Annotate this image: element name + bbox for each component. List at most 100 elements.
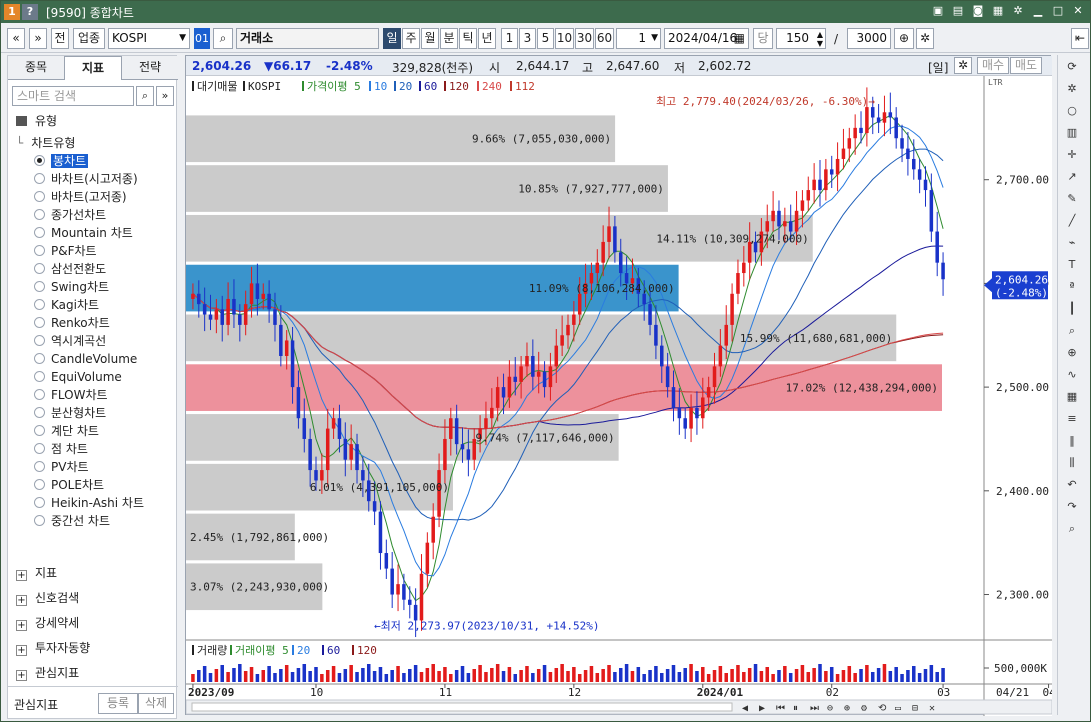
count-button[interactable]: 60 xyxy=(595,28,614,49)
zoom-in-icon[interactable]: ⊕ xyxy=(1064,345,1080,361)
expand-icon[interactable]: » xyxy=(156,86,174,106)
chart-type-item[interactable]: 중간선 차트 xyxy=(34,512,110,530)
pen-icon[interactable]: ✎ xyxy=(1064,191,1080,207)
chart-type-item[interactable]: 삼선전환도 xyxy=(34,260,106,278)
chart-type-header[interactable]: └ 차트유형 xyxy=(16,134,75,152)
register-button[interactable]: 등록 xyxy=(98,693,138,714)
candle-icon[interactable]: ┃ xyxy=(1064,301,1080,317)
exchange-field[interactable]: 거래소 xyxy=(236,28,379,49)
magnify-icon[interactable]: ⌕ xyxy=(1064,323,1080,339)
maximize-icon[interactable]: □ xyxy=(1050,3,1066,19)
max-bars-field[interactable]: 3000 xyxy=(847,28,891,49)
section-item[interactable]: + 신호검색 xyxy=(16,589,79,607)
nav-dropdown-button[interactable]: » xyxy=(29,28,47,49)
candlestick-chart[interactable]: LTR2,300.002,400.002,500.002,600.002,700… xyxy=(186,76,1052,716)
scroll-control-icon[interactable]: ◀ xyxy=(742,703,748,714)
nav-back-button[interactable]: « xyxy=(7,28,25,49)
wave-icon[interactable]: ∿ xyxy=(1064,367,1080,383)
scroll-control-icon[interactable]: ⏭ xyxy=(810,703,819,714)
bars-stepper[interactable]: 150 ▲ ▼ xyxy=(776,28,826,49)
section-item[interactable]: + 투자자동향 xyxy=(16,639,90,657)
refresh-icon[interactable]: ⟳ xyxy=(1064,59,1080,75)
chart-type-item[interactable]: EquiVolume xyxy=(34,368,122,386)
period-button[interactable]: 주 xyxy=(402,28,420,49)
screen-copy-icon[interactable]: ▣ xyxy=(930,3,946,19)
symbol-select[interactable]: KOSPI ▼ xyxy=(108,28,190,49)
scroll-control-icon[interactable]: ⚙ xyxy=(860,703,867,714)
buy-button[interactable]: 매수 xyxy=(977,57,1009,74)
count-button[interactable]: 30 xyxy=(575,28,594,49)
undo-icon[interactable]: ↶ xyxy=(1064,477,1080,493)
chart-type-item[interactable]: 계단 차트 xyxy=(34,422,99,440)
chart-type-item[interactable]: Mountain 차트 xyxy=(34,224,133,242)
collapse-panel-icon[interactable]: ⇤ xyxy=(1071,28,1089,49)
scroll-control-icon[interactable]: ⊟ xyxy=(912,703,918,714)
trend-icon[interactable]: ↗ xyxy=(1064,169,1080,185)
left-tab[interactable]: 지표 xyxy=(64,56,122,80)
columns-icon[interactable]: ⫼ xyxy=(1064,455,1080,471)
left-tab[interactable]: 전략 xyxy=(122,56,178,80)
bar-chart-icon[interactable]: ▥ xyxy=(1064,125,1080,141)
period-button[interactable]: 틱 xyxy=(459,28,477,49)
period-button[interactable]: 월 xyxy=(421,28,439,49)
date-field[interactable]: 2024/04/16 ▦ xyxy=(664,28,749,49)
window-number-badge[interactable]: 1 xyxy=(4,4,20,20)
count-button[interactable]: 10 xyxy=(555,28,574,49)
chart-type-item[interactable]: Swing차트 xyxy=(34,278,109,296)
print-icon[interactable]: ▦ xyxy=(990,3,1006,19)
type-header[interactable]: 유형 xyxy=(16,112,57,130)
left-tab[interactable]: 종목 xyxy=(8,56,64,80)
search-icon[interactable]: ⌕ xyxy=(213,28,233,49)
chart-settings-gear-icon[interactable]: ✲ xyxy=(954,57,972,74)
count-button[interactable]: 5 xyxy=(537,28,554,49)
chart-type-item[interactable]: PV차트 xyxy=(34,458,89,476)
auto-icon[interactable]: ⌁ xyxy=(1064,235,1080,251)
period-button[interactable]: 년 xyxy=(478,28,496,49)
crosshair-icon[interactable]: ✛ xyxy=(1064,147,1080,163)
scroll-control-icon[interactable]: ⊕ xyxy=(844,703,850,714)
circle-icon[interactable]: ○ xyxy=(1064,103,1080,119)
scroll-control-icon[interactable]: ⏸ xyxy=(793,703,798,714)
line-icon[interactable]: ╱ xyxy=(1064,213,1080,229)
section-item[interactable]: + 지표 xyxy=(16,564,57,582)
chart-type-item[interactable]: Heikin-Ashi 차트 xyxy=(34,494,144,512)
delete-button[interactable]: 삭제 xyxy=(138,693,174,714)
grid-icon[interactable]: ▦ xyxy=(1064,389,1080,405)
count-button[interactable]: 1 xyxy=(501,28,518,49)
camera-icon[interactable]: ◙ xyxy=(970,3,986,19)
chart-type-item[interactable]: 봉차트 xyxy=(34,152,89,170)
all-button[interactable]: 전 xyxy=(51,28,69,49)
chart-type-item[interactable]: P&F차트 xyxy=(34,242,97,260)
sector-button[interactable]: 업종 xyxy=(73,28,105,49)
chart-type-item[interactable]: 바차트(시고저종) xyxy=(34,170,138,188)
unit-stepper[interactable]: 1 ▼ xyxy=(616,28,661,49)
scroll-control-icon[interactable]: ▶ xyxy=(759,703,765,714)
stripe-icon[interactable]: ≡ xyxy=(1064,411,1080,427)
sell-button[interactable]: 매도 xyxy=(1010,57,1042,74)
chart-type-item[interactable]: 분산형차트 xyxy=(34,404,106,422)
chart-type-item[interactable]: 바차트(고저종) xyxy=(34,188,127,206)
chart-type-item[interactable]: Kagi차트 xyxy=(34,296,99,314)
bars-icon[interactable]: ‖ xyxy=(1064,433,1080,449)
chart-type-item[interactable]: 점 차트 xyxy=(34,440,88,458)
scroll-control-icon[interactable]: ▭ xyxy=(895,703,901,714)
current-button[interactable]: 당 xyxy=(753,28,773,49)
scroll-control-icon[interactable]: ⏮ xyxy=(776,703,785,714)
minimize-icon[interactable]: ▁ xyxy=(1030,3,1046,19)
scroll-control-icon[interactable]: ✕ xyxy=(929,703,935,714)
scroll-control-icon[interactable]: ⟲ xyxy=(878,703,887,714)
chart-type-item[interactable]: Renko차트 xyxy=(34,314,110,332)
settings-gear-icon[interactable]: ✲ xyxy=(1010,3,1026,19)
search-icon[interactable]: ⌕ xyxy=(1064,521,1080,537)
zoom-icon[interactable]: ⊕ xyxy=(894,28,914,49)
period-button[interactable]: 일 xyxy=(383,28,401,49)
abc-icon[interactable]: ª xyxy=(1064,279,1080,295)
redo-icon[interactable]: ↷ xyxy=(1064,499,1080,515)
gear-icon[interactable]: ✲ xyxy=(1064,81,1080,97)
smart-search-input[interactable]: 스마트 검색 xyxy=(12,86,134,106)
period-badge[interactable]: [일] xyxy=(928,59,948,76)
count-button[interactable]: 3 xyxy=(519,28,536,49)
chart-type-item[interactable]: POLE차트 xyxy=(34,476,104,494)
scroll-control-icon[interactable]: ⊖ xyxy=(827,703,833,714)
close-icon[interactable]: ✕ xyxy=(1070,3,1086,19)
